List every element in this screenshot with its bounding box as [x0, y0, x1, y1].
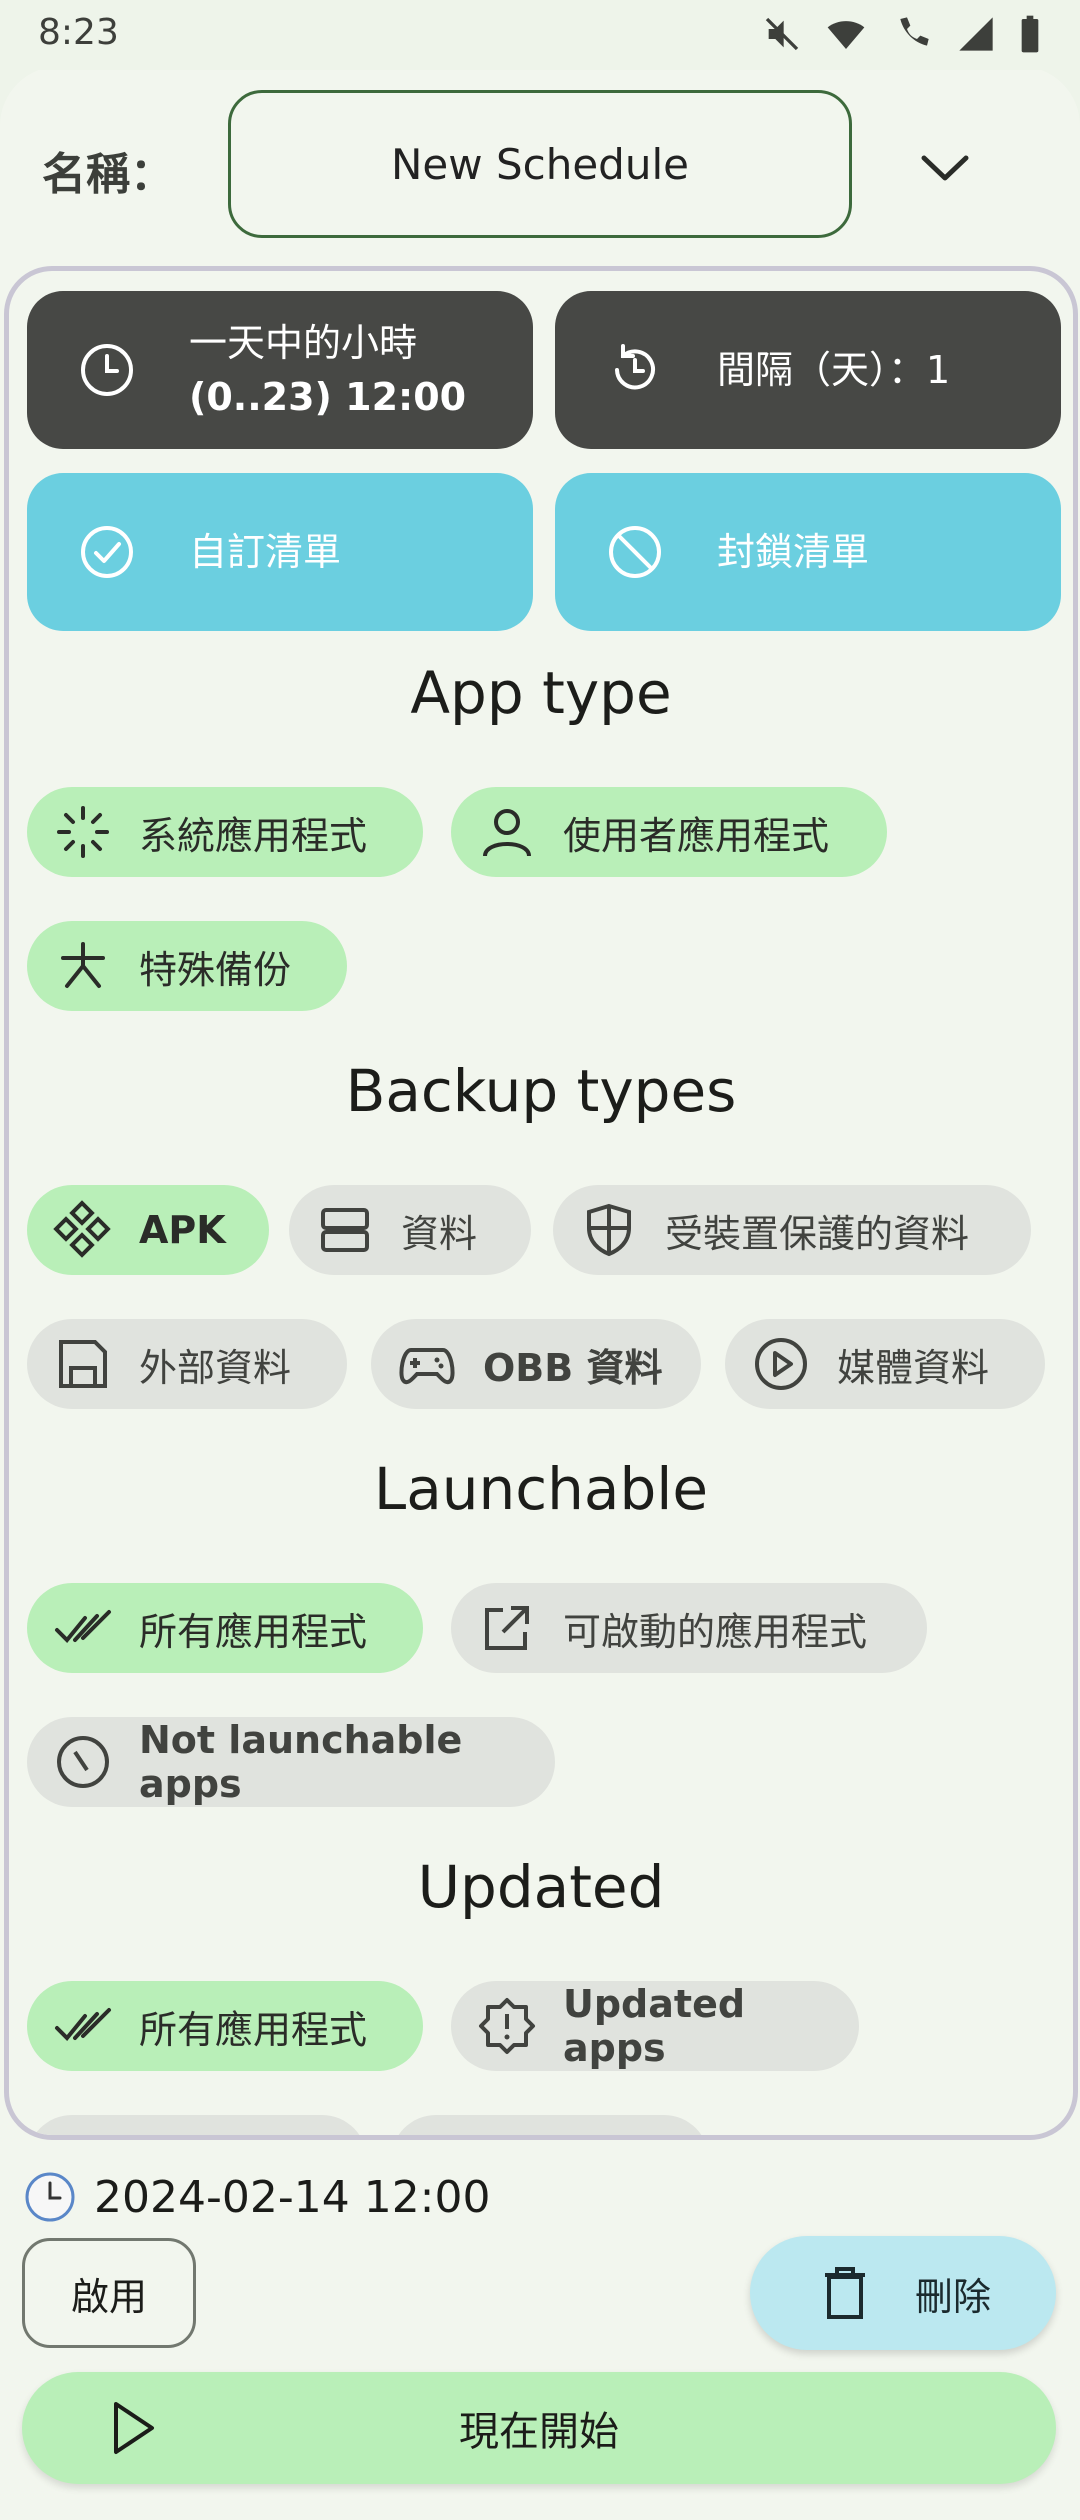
chip-partial-row[interactable]: [27, 2115, 367, 2135]
block-icon: [609, 526, 661, 578]
chip-external-data[interactable]: 外部資料: [27, 1319, 347, 1409]
interval-days-label: 間隔（天）：1: [717, 348, 951, 392]
chip-device-protected-data[interactable]: 受裝置保護的資料: [553, 1185, 1031, 1275]
block-list-button[interactable]: 封鎖清單: [555, 473, 1061, 631]
delete-button[interactable]: 刪除: [750, 2236, 1056, 2350]
battery-icon: [1021, 15, 1039, 53]
chip-apk-label: APK: [139, 1208, 226, 1252]
floppy-icon: [59, 1340, 107, 1388]
chip-not-launchable-label: Not launchable apps: [139, 1718, 463, 1806]
gamepad-icon: [399, 1348, 455, 1385]
chip-updated-apps-label: Updated apps: [563, 1982, 746, 2070]
chip-system-apps[interactable]: 系統應用程式: [27, 787, 423, 877]
next-run-time-text: 2024-02-14 12:00: [94, 2171, 491, 2223]
shield-icon: [587, 1203, 631, 1257]
chip-media-data[interactable]: 媒體資料: [725, 1319, 1045, 1409]
chip-user-apps[interactable]: 使用者應用程式: [451, 787, 887, 877]
status-bar: 8:23: [0, 0, 1080, 70]
chevron-down-icon[interactable]: [910, 138, 980, 198]
block-list-label: 封鎖清單: [717, 530, 870, 574]
interval-days-button[interactable]: 間隔（天）：1: [555, 291, 1061, 449]
double-check-icon: [55, 1610, 111, 1643]
hour-of-day-value: (0..23) 12:00: [189, 375, 467, 419]
chip-obb-data[interactable]: OBB 資料: [371, 1319, 701, 1409]
start-now-button[interactable]: 現在開始: [22, 2372, 1056, 2484]
start-now-label: 現在開始: [459, 2409, 619, 2455]
chip-obb-data-label: OBB 資料: [483, 1345, 663, 1390]
launchable-title: Launchable: [373, 1455, 709, 1523]
custom-list-label: 自訂清單: [189, 530, 342, 574]
wifi-call-icon: [900, 17, 929, 46]
spinner-icon: [57, 806, 109, 858]
chip-launchable-apps[interactable]: 可啟動的應用程式: [451, 1583, 927, 1673]
backup-types-title: Backup types: [345, 1057, 737, 1125]
trash-icon: [824, 2267, 865, 2319]
chip-user-apps-label: 使用者應用程式: [563, 813, 830, 858]
chip-external-data-label: 外部資料: [139, 1345, 292, 1390]
chip-device-protected-label: 受裝置保護的資料: [665, 1211, 970, 1256]
storage-icon: [321, 1208, 369, 1252]
double-check-icon: [55, 2008, 111, 2041]
external-link-icon: [485, 1606, 529, 1650]
chip-apk[interactable]: APK: [27, 1185, 269, 1275]
name-row: 名稱： New Schedule: [0, 66, 1080, 286]
asterisk-icon: [61, 942, 105, 988]
name-label: 名稱：: [42, 149, 174, 200]
chip-data[interactable]: 資料: [289, 1185, 531, 1275]
slash-circle-icon: [57, 1736, 109, 1788]
clock-emoji-icon: [25, 2172, 75, 2222]
play-icon: [114, 2402, 154, 2454]
play-circle-icon: [755, 1338, 807, 1390]
chip-launchable-apps-label: 可啟動的應用程式: [563, 1609, 868, 1654]
history-icon: [615, 344, 655, 390]
chip-launchable-all-apps[interactable]: 所有應用程式: [27, 1583, 423, 1673]
enable-button[interactable]: 啟用: [22, 2238, 196, 2348]
chip-special-backup-label: 特殊備份: [139, 947, 292, 992]
schedule-settings-card: 一天中的小時 (0..23) 12:00 間隔（天）：1 自訂清單 封鎖清單 A…: [4, 266, 1078, 2140]
next-run-time: 2024-02-14 12:00: [24, 2162, 491, 2232]
hour-of-day-button[interactable]: 一天中的小時 (0..23) 12:00: [27, 291, 533, 449]
wifi-icon: [827, 21, 865, 49]
chip-updated-all-label: 所有應用程式: [139, 2007, 368, 2052]
status-time: 8:23: [38, 12, 119, 53]
app-type-title: App type: [410, 659, 672, 727]
updated-title: Updated: [417, 1853, 665, 1921]
mute-icon: [765, 17, 799, 51]
apk-icon: [53, 1200, 111, 1258]
chip-launchable-all-label: 所有應用程式: [139, 1609, 368, 1654]
signal-icon: [959, 17, 993, 51]
chip-partial-row[interactable]: [391, 2115, 709, 2135]
alert-badge-icon: [479, 1998, 535, 2054]
custom-list-button[interactable]: 自訂清單: [27, 473, 533, 631]
check-circle-icon: [81, 526, 133, 578]
chip-system-apps-label: 系統應用程式: [139, 813, 368, 858]
chip-updated-apps[interactable]: Updated apps: [451, 1981, 859, 2071]
chip-special-backup[interactable]: 特殊備份: [27, 921, 347, 1011]
status-icons: [762, 14, 1042, 54]
delete-button-label: 刪除: [914, 2274, 991, 2319]
user-icon: [483, 809, 531, 857]
chip-data-label: 資料: [401, 1211, 478, 1256]
chip-media-data-label: 媒體資料: [837, 1345, 990, 1390]
hour-of-day-label: 一天中的小時: [189, 321, 418, 365]
schedule-name-field[interactable]: New Schedule: [228, 90, 852, 238]
hour-of-day-text: 一天中的小時 (0..23) 12:00: [189, 316, 466, 424]
chip-updated-all-apps[interactable]: 所有應用程式: [27, 1981, 423, 2071]
clock-icon: [81, 344, 133, 396]
chip-not-launchable-apps[interactable]: Not launchable apps: [27, 1717, 555, 1807]
